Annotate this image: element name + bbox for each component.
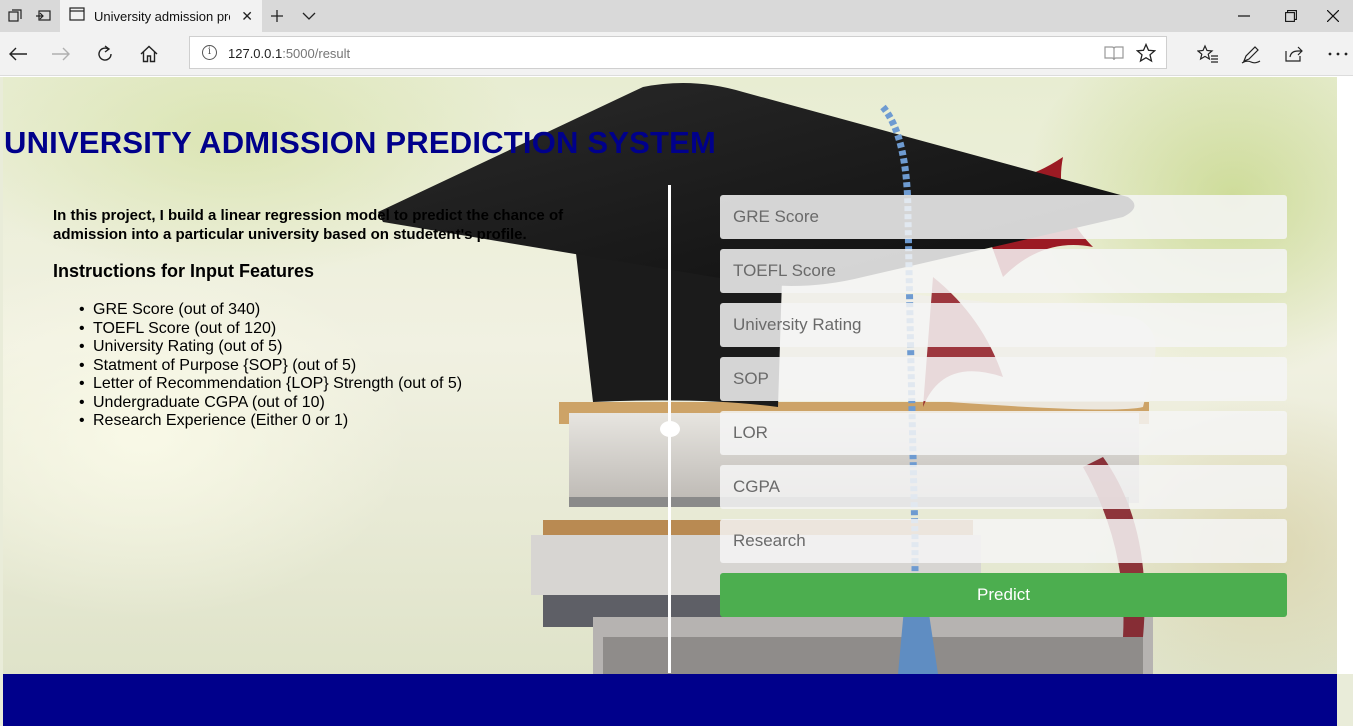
url-path: :5000/result [282,46,351,61]
tab-title: University admission prediction [94,8,230,24]
page-footer [3,674,1337,726]
divider-knob [660,421,680,437]
favorites-icon[interactable] [1192,38,1224,70]
prediction-form: Predict [720,195,1287,617]
instructions-heading: Instructions for Input Features [53,261,315,281]
project-description: In this project, I build a linear regres… [53,207,564,243]
url-text: 127.0.0.1:5000/result [228,46,350,61]
toefl-score-input[interactable] [720,249,1287,293]
page-viewport: UNIVERSITY ADMISSION PREDICTION SYSTEM I… [0,77,1353,726]
list-item: Statment of Purpose {SOP} (out of 5) [79,357,462,376]
set-aside-tabs-icon[interactable] [28,0,58,32]
more-icon[interactable] [1322,38,1353,70]
refresh-icon[interactable] [89,38,121,70]
forward-icon[interactable] [45,38,77,70]
close-window-icon[interactable] [1313,0,1353,32]
page-scroll-gutter [1337,77,1353,674]
browser-nav-bar: i 127.0.0.1:5000/result [0,32,1353,76]
page-title: UNIVERSITY ADMISSION PREDICTION SYSTEM [4,125,717,160]
share-icon[interactable] [1278,38,1310,70]
reading-view-icon[interactable] [1104,45,1124,66]
sop-input[interactable] [720,357,1287,401]
restore-icon[interactable] [1268,0,1314,32]
info-icon[interactable]: i [202,45,217,60]
url-host: 127.0.0.1 [228,46,283,61]
active-tab[interactable]: University admission prediction ✕ [60,0,262,32]
page-icon [69,6,85,26]
pen-icon[interactable] [1235,38,1267,70]
research-input[interactable] [720,519,1287,563]
browser-tab-bar: University admission prediction ✕ [0,0,1353,32]
gre-score-input[interactable] [720,195,1287,239]
home-icon[interactable] [133,38,165,70]
new-tab-icon[interactable] [262,0,292,32]
tab-manager-icon[interactable] [0,0,30,32]
list-item: TOEFL Score (out of 120) [79,320,462,339]
list-item: Undergraduate CGPA (out of 10) [79,394,462,413]
list-item: Letter of Recommendation {LOP} Strength … [79,375,462,394]
chevron-down-icon[interactable] [294,0,324,32]
list-item: GRE Score (out of 340) [79,301,462,320]
feature-list: GRE Score (out of 340) TOEFL Score (out … [79,301,462,431]
close-icon[interactable]: ✕ [241,8,253,25]
predict-button[interactable]: Predict [720,573,1287,617]
favorite-star-icon[interactable] [1135,42,1157,68]
university-rating-input[interactable] [720,303,1287,347]
minimize-icon[interactable] [1221,0,1267,32]
list-item: Research Experience (Either 0 or 1) [79,412,462,431]
back-icon[interactable] [2,38,34,70]
list-item: University Rating (out of 5) [79,338,462,357]
address-bar[interactable]: i 127.0.0.1:5000/result [189,36,1167,69]
cgpa-input[interactable] [720,465,1287,509]
lor-input[interactable] [720,411,1287,455]
